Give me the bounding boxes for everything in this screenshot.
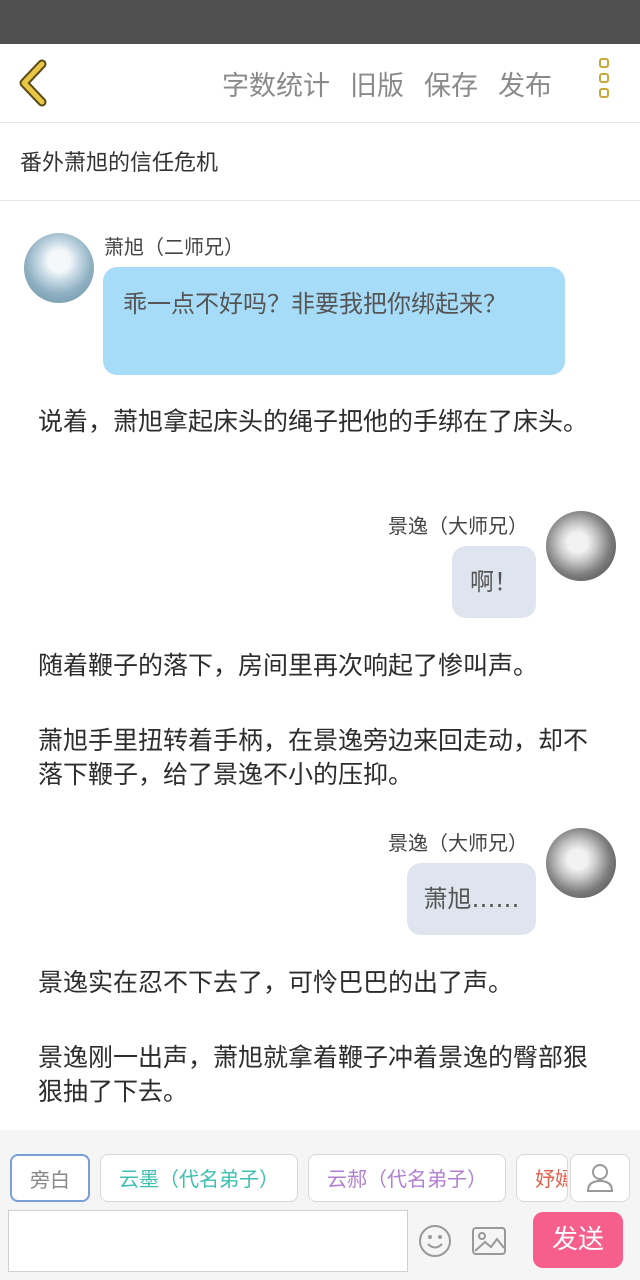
dialog-bubble[interactable]: 啊！ <box>452 546 536 618</box>
role-chip-narrator[interactable]: 旁白 <box>10 1154 90 1202</box>
role-manage-button[interactable] <box>570 1154 630 1202</box>
publish-button[interactable]: 发布 <box>498 64 552 103</box>
speaker-name: 萧旭（二师兄） <box>104 235 244 259</box>
smiley-icon <box>419 1225 451 1257</box>
chevron-left-icon <box>19 59 47 107</box>
top-toolbar: 字数统计 旧版 保存 发布 <box>0 44 640 123</box>
role-chip[interactable]: 云墨（代名弟子） <box>100 1154 298 1202</box>
person-icon <box>586 1164 614 1192</box>
composer-panel: 旁白 云墨（代名弟子） 云郝（代名弟子） 妤嫣 发送 <box>0 1130 640 1280</box>
back-button[interactable] <box>14 58 58 108</box>
old-version-button[interactable]: 旧版 <box>350 64 404 103</box>
dialog-bubble[interactable]: 乖一点不好吗？非要我把你绑起来？ <box>103 267 565 375</box>
chapter-title-bar: 番外萧旭的信任危机 <box>0 123 640 201</box>
narration-text[interactable]: 说着，萧旭拿起床头的绳子把他的手绑在了床头。 <box>38 405 604 439</box>
speaker-name: 景逸（大师兄） <box>388 831 528 855</box>
more-vertical-icon <box>591 58 617 98</box>
dialog-bubble[interactable]: 萧旭…… <box>407 863 536 935</box>
more-menu-button[interactable] <box>591 58 617 110</box>
narration-text[interactable]: 景逸刚一出声，萧旭就拿着鞭子冲着景逸的臀部狠狠抽了下去。 <box>38 1041 604 1109</box>
status-bar <box>0 0 640 44</box>
role-chip[interactable]: 妤嫣 <box>516 1154 568 1202</box>
image-button[interactable] <box>471 1224 507 1258</box>
narration-text[interactable]: 萧旭手里扭转着手柄，在景逸旁边来回走动，却不落下鞭子，给了景逸不小的压抑。 <box>38 724 604 792</box>
chapter-title: 番外萧旭的信任危机 <box>20 151 219 176</box>
narration-text[interactable]: 景逸实在忍不下去了，可怜巴巴的出了声。 <box>38 966 604 1000</box>
image-icon <box>472 1227 506 1255</box>
send-button[interactable]: 发送 <box>533 1212 623 1268</box>
avatar-jingyi[interactable] <box>546 828 616 898</box>
word-count-button[interactable]: 字数统计 <box>222 64 330 103</box>
narration-text[interactable]: 随着鞭子的落下，房间里再次响起了惨叫声。 <box>38 649 604 683</box>
avatar-xiaoxu[interactable] <box>24 233 94 303</box>
save-button[interactable]: 保存 <box>424 64 478 103</box>
speaker-name: 景逸（大师兄） <box>388 514 528 538</box>
story-content[interactable]: 萧旭（二师兄） 乖一点不好吗？非要我把你绑起来？ 说着，萧旭拿起床头的绳子把他的… <box>0 201 640 1130</box>
emoji-button[interactable] <box>418 1224 452 1258</box>
avatar-jingyi[interactable] <box>546 511 616 581</box>
toolbar-actions: 字数统计 旧版 保存 发布 <box>222 44 572 122</box>
message-input[interactable] <box>8 1210 408 1272</box>
role-chip[interactable]: 云郝（代名弟子） <box>308 1154 506 1202</box>
